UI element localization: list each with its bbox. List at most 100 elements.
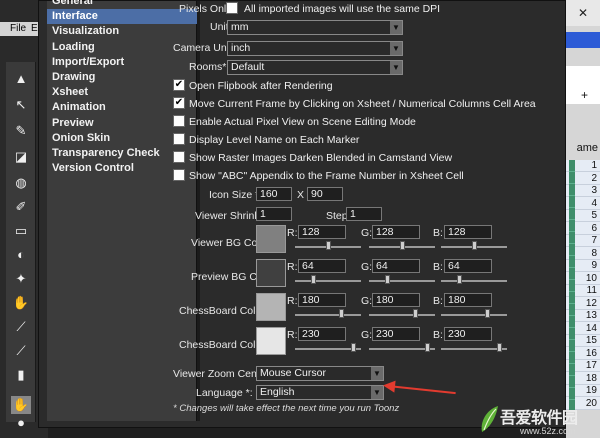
tape-tool-icon[interactable]: ◐	[11, 246, 31, 264]
channel-g-field[interactable]: 128	[372, 225, 420, 239]
channel-b-label: B:	[433, 329, 443, 341]
channel-g-slider-thumb[interactable]	[384, 275, 390, 284]
hand-tool-icon[interactable]: ✋	[11, 396, 31, 414]
leaf-logo-icon	[481, 406, 498, 432]
geometric-tool-icon[interactable]: ◪	[11, 148, 31, 166]
channel-r-slider-thumb[interactable]	[338, 309, 344, 318]
channel-r-field[interactable]: 230	[298, 327, 346, 341]
channel-g-slider-thumb[interactable]	[424, 343, 430, 352]
option-checkbox[interactable]	[173, 115, 185, 127]
channel-g-slider[interactable]	[369, 314, 435, 316]
channel-g-field[interactable]: 230	[372, 327, 420, 341]
chevron-down-icon: ▼	[390, 42, 402, 55]
category-item[interactable]: Interface	[47, 9, 197, 25]
channel-b-field[interactable]: 180	[444, 293, 492, 307]
option-checkbox[interactable]	[173, 169, 185, 181]
category-item[interactable]: Visualization	[47, 24, 197, 39]
row-number: 12	[585, 297, 597, 309]
animate-tool-icon[interactable]: ▲	[11, 70, 31, 88]
fill-tool-icon[interactable]: ◍	[11, 174, 31, 192]
chevron-down-icon: ▼	[390, 21, 402, 34]
option-checkbox-label: Show Raster Images Darken Blended in Cam…	[189, 152, 453, 164]
row-number: 11	[586, 285, 597, 296]
viewer-zoom-center-select[interactable]: Mouse Cursor ▼	[256, 366, 384, 381]
channel-r-label: R:	[287, 329, 298, 341]
row-number: 13	[585, 310, 597, 321]
menu-file[interactable]: File	[10, 23, 26, 34]
paint-brush-tool-icon[interactable]: ✐	[11, 198, 31, 216]
channel-g-field[interactable]: 180	[372, 293, 420, 307]
viewer-shrink-label: Viewer Shrink	[195, 210, 260, 222]
channel-b-slider-thumb[interactable]	[472, 241, 478, 250]
icon-size-width-field[interactable]: 160	[256, 187, 292, 201]
step-field[interactable]: 1	[346, 207, 382, 221]
camera-unit-select[interactable]: inch ▼	[227, 41, 403, 56]
channel-b-slider-thumb[interactable]	[456, 275, 462, 284]
icon-size-x-label: X	[297, 189, 305, 201]
channel-b-field[interactable]: 64	[444, 259, 492, 273]
channel-r-slider[interactable]	[295, 314, 361, 316]
row-number: 18	[585, 372, 597, 384]
channel-b-field[interactable]: 128	[444, 225, 492, 239]
option-checkbox-label: Move Current Frame by Clicking on Xsheet…	[189, 98, 536, 110]
channel-r-slider-thumb[interactable]	[326, 241, 332, 250]
brush-tool-icon[interactable]: ✎	[11, 122, 31, 140]
channel-g-label: G:	[361, 329, 373, 341]
icon-size-height-field[interactable]: 90	[307, 187, 343, 201]
channel-r-slider-thumb[interactable]	[350, 343, 356, 352]
preferences-dialog: General Interface Visualization Loading Impo…	[38, 0, 566, 428]
channel-r-slider-thumb[interactable]	[310, 275, 316, 284]
watermark: 吾爱软件园 www.52z.com	[470, 402, 600, 438]
channel-b-slider[interactable]	[441, 314, 507, 316]
option-checkbox[interactable]: ✔	[173, 79, 185, 91]
pixels-only-text: All imported images will use the same DP…	[244, 3, 441, 15]
restart-footnote: * Changes will take effect the next time…	[173, 403, 400, 414]
pinch-tool-icon[interactable]: ⟋	[11, 342, 31, 360]
chevron-down-icon: ▼	[371, 367, 383, 380]
add-column-icon[interactable]: +	[581, 88, 588, 102]
channel-r-field[interactable]: 64	[298, 259, 346, 273]
channel-r-slider[interactable]	[295, 280, 361, 282]
camera-unit-value: inch	[231, 42, 251, 54]
channel-g-slider-thumb[interactable]	[400, 241, 406, 250]
color-swatch[interactable]	[256, 259, 286, 287]
unit-select[interactable]: mm ▼	[227, 20, 403, 35]
channel-g-slider[interactable]	[369, 280, 435, 282]
zoom-tool-icon[interactable]: ●	[11, 414, 31, 432]
pixels-only-checkbox[interactable]	[226, 2, 238, 14]
option-checkbox[interactable]	[173, 133, 185, 145]
channel-g-slider-thumb[interactable]	[412, 309, 418, 318]
column-name-header: ame	[576, 142, 598, 154]
eraser-tool-icon[interactable]: ▭	[11, 222, 31, 240]
row-number: 16	[585, 347, 597, 359]
color-swatch[interactable]	[256, 293, 286, 321]
close-icon[interactable]: ✕	[574, 6, 592, 22]
cell-column	[569, 160, 575, 410]
channel-g-field[interactable]: 64	[372, 259, 420, 273]
language-label: Language *:	[196, 387, 253, 399]
rgb-picker-tool-icon[interactable]: ✋	[11, 294, 31, 312]
channel-b-slider-thumb[interactable]	[496, 343, 502, 352]
rooms-select[interactable]: Default ▼	[227, 60, 403, 75]
channel-b-slider-thumb[interactable]	[484, 309, 490, 318]
color-swatch[interactable]	[256, 327, 286, 355]
channel-b-slider[interactable]	[441, 280, 507, 282]
style-picker-tool-icon[interactable]: ✦	[11, 270, 31, 288]
selection-tool-icon[interactable]: ↖	[11, 96, 31, 114]
channel-r-field[interactable]: 128	[298, 225, 346, 239]
viewer-shrink-field[interactable]: 1	[256, 207, 292, 221]
option-checkbox[interactable]	[173, 151, 185, 163]
viewer-zoom-center-value: Mouse Cursor	[260, 367, 326, 379]
watermark-url: www.52z.com	[520, 426, 576, 436]
color-swatch[interactable]	[256, 225, 286, 253]
channel-r-field[interactable]: 180	[298, 293, 346, 307]
pump-tool-icon[interactable]: ▮	[11, 366, 31, 384]
category-item[interactable]: Import/Export	[47, 55, 197, 70]
category-item[interactable]: General	[47, 0, 197, 9]
control-point-editor-icon[interactable]: ⟋	[11, 318, 31, 336]
option-checkbox[interactable]: ✔	[173, 97, 185, 109]
channel-b-field[interactable]: 230	[444, 327, 492, 341]
language-select[interactable]: English ▼	[256, 385, 384, 400]
channel-r-label: R:	[287, 295, 298, 307]
row-number: 5	[591, 210, 597, 221]
